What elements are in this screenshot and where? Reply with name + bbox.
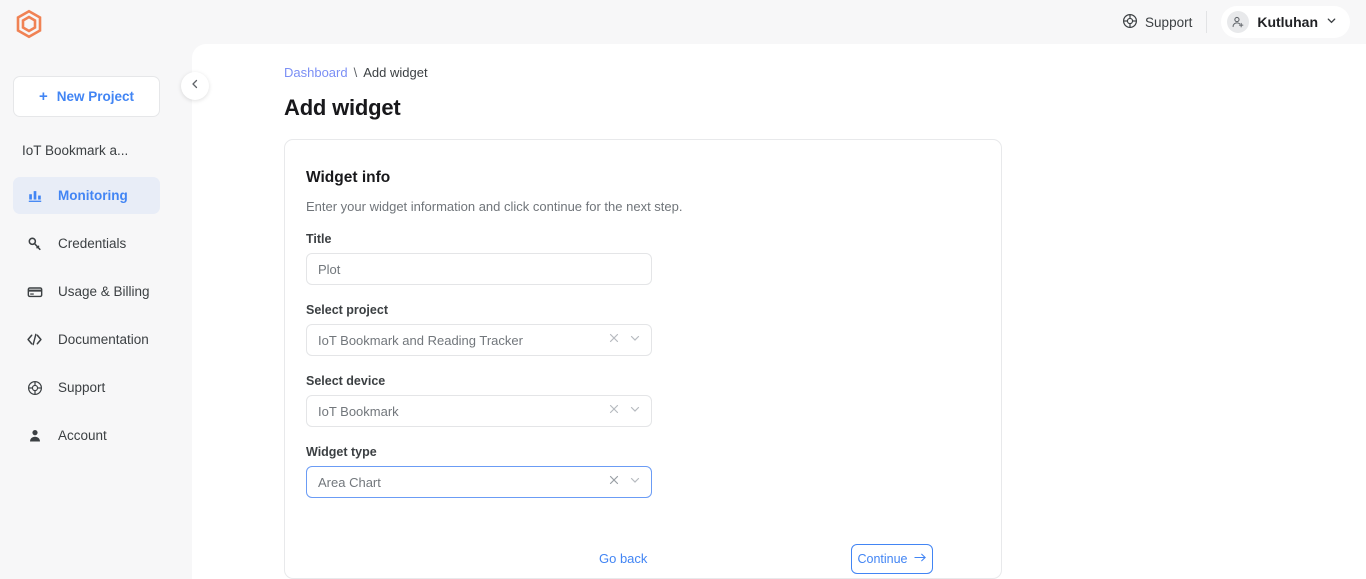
top-bar-right: Support Kutluhan <box>1122 0 1350 44</box>
card-title: Widget info <box>306 169 981 187</box>
sidebar-item-usage-billing[interactable]: Usage & Billing <box>13 273 160 310</box>
select-project-dropdown[interactable]: IoT Bookmark and Reading Tracker <box>306 324 652 356</box>
field-select-project: Select project IoT Bookmark and Reading … <box>306 303 981 356</box>
card-actions: Go back Continue <box>306 544 981 574</box>
sidebar-item-documentation[interactable]: Documentation <box>13 321 160 358</box>
field-label: Title <box>306 232 981 246</box>
widget-info-card: Widget info Enter your widget informatio… <box>284 139 1002 579</box>
select-icons <box>608 402 641 420</box>
chevron-down-icon <box>1326 13 1337 31</box>
select-device-dropdown[interactable]: IoT Bookmark <box>306 395 652 427</box>
sidebar: + New Project IoT Bookmark a... Monitori… <box>0 44 192 579</box>
sidebar-item-label: Usage & Billing <box>58 284 150 299</box>
credit-card-icon <box>26 283 43 300</box>
sidebar-item-label: Account <box>58 428 107 443</box>
sidebar-item-label: Monitoring <box>58 188 128 203</box>
field-label: Widget type <box>306 445 981 459</box>
chevron-down-icon[interactable] <box>629 331 641 349</box>
field-label: Select device <box>306 374 981 388</box>
person-icon <box>26 427 43 444</box>
continue-label: Continue <box>857 552 907 566</box>
chevron-down-icon[interactable] <box>629 473 641 491</box>
title-input-value: Plot <box>318 262 641 277</box>
key-icon <box>26 235 43 252</box>
select-device-value: IoT Bookmark <box>318 404 608 419</box>
support-label: Support <box>1145 15 1192 30</box>
field-widget-type: Widget type Area Chart <box>306 445 981 498</box>
avatar <box>1227 11 1249 33</box>
card-subtitle: Enter your widget information and click … <box>306 199 981 214</box>
plus-icon: + <box>39 89 48 104</box>
sidebar-item-label: Support <box>58 380 105 395</box>
sidebar-item-credentials[interactable]: Credentials <box>13 225 160 262</box>
sidebar-nav: Monitoring Credentials Usage & Billi <box>13 177 179 454</box>
sidebar-item-account[interactable]: Account <box>13 417 160 454</box>
chevron-down-icon[interactable] <box>629 402 641 420</box>
top-bar: Support Kutluhan <box>0 0 1366 44</box>
close-icon[interactable] <box>608 473 620 491</box>
code-icon <box>26 331 43 348</box>
widget-type-dropdown[interactable]: Area Chart <box>306 466 652 498</box>
lifebuoy-icon <box>1122 13 1138 32</box>
select-icons <box>608 331 641 349</box>
new-project-label: New Project <box>57 89 134 104</box>
field-title: Title Plot <box>306 232 981 285</box>
user-name: Kutluhan <box>1257 14 1318 30</box>
sidebar-item-label: Documentation <box>58 332 149 347</box>
breadcrumb-separator: \ <box>354 65 358 80</box>
select-icons <box>608 473 641 491</box>
current-project-name: IoT Bookmark a... <box>22 143 179 158</box>
page-title: Add widget <box>284 95 401 121</box>
continue-button[interactable]: Continue <box>851 544 933 574</box>
breadcrumb: Dashboard \ Add widget <box>284 65 428 80</box>
support-link[interactable]: Support <box>1122 11 1207 33</box>
sidebar-item-monitoring[interactable]: Monitoring <box>13 177 160 214</box>
chevron-left-icon <box>189 77 201 95</box>
select-project-value: IoT Bookmark and Reading Tracker <box>318 333 608 348</box>
new-project-button[interactable]: + New Project <box>13 76 160 117</box>
close-icon[interactable] <box>608 331 620 349</box>
go-back-link[interactable]: Go back <box>599 551 647 566</box>
sidebar-item-support[interactable]: Support <box>13 369 160 406</box>
bar-chart-icon <box>26 187 43 204</box>
breadcrumb-current: Add widget <box>363 65 427 80</box>
widget-type-value: Area Chart <box>318 475 608 490</box>
sidebar-collapse-button[interactable] <box>181 72 209 100</box>
title-input[interactable]: Plot <box>306 253 652 285</box>
user-menu-button[interactable]: Kutluhan <box>1221 6 1350 38</box>
lifebuoy-icon <box>26 379 43 396</box>
sidebar-item-label: Credentials <box>58 236 126 251</box>
close-icon[interactable] <box>608 402 620 420</box>
field-label: Select project <box>306 303 981 317</box>
breadcrumb-dashboard-link[interactable]: Dashboard <box>284 65 348 80</box>
field-select-device: Select device IoT Bookmark <box>306 374 981 427</box>
arrow-right-icon <box>914 552 927 566</box>
hexagon-logo[interactable] <box>14 9 44 39</box>
